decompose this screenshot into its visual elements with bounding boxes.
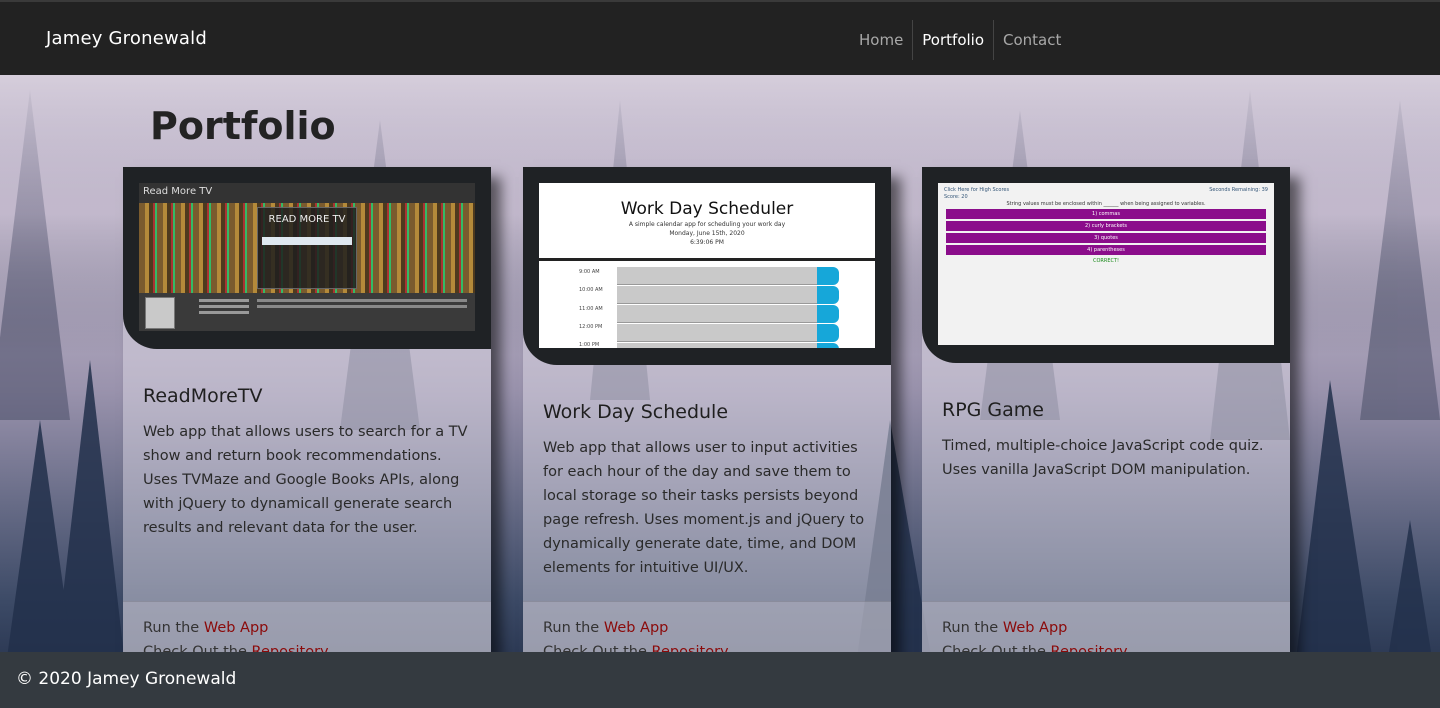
navbar: Jamey Gronewald Home Portfolio Contact: [0, 0, 1440, 75]
page-footer: © 2020 Jamey Gronewald: [0, 652, 1440, 708]
project-card-work-day-schedule: Work Day Scheduler A simple calendar app…: [523, 167, 891, 661]
screenshot-header: Work Day Scheduler: [620, 199, 794, 219]
web-app-link[interactable]: Web App: [1003, 620, 1068, 636]
copyright-text: © 2020 Jamey Gronewald: [16, 669, 237, 689]
card-description: Timed, multiple-choice JavaScript code q…: [942, 438, 1264, 478]
nav-link-contact[interactable]: Contact: [994, 20, 1070, 60]
web-app-link[interactable]: Web App: [204, 620, 269, 636]
nav-link-home[interactable]: Home: [850, 20, 914, 60]
card-title: ReadMoreTV: [143, 385, 263, 407]
nav-link-portfolio[interactable]: Portfolio: [913, 20, 995, 60]
card-description: Web app that allows user to input activi…: [543, 440, 865, 576]
card-title: RPG Game: [942, 399, 1044, 421]
card-image-frame: Click Here for High Scores Seconds Remai…: [922, 167, 1290, 363]
project-card-rpg-game: Click Here for High Scores Seconds Remai…: [922, 167, 1290, 661]
web-app-link[interactable]: Web App: [604, 620, 669, 636]
scheduler-screenshot[interactable]: Work Day Scheduler A simple calendar app…: [539, 183, 875, 348]
card-image-frame: Read More TV READ MORE TV: [123, 167, 491, 349]
card-image-frame: Work Day Scheduler A simple calendar app…: [523, 167, 891, 365]
project-card-readmoretv: Read More TV READ MORE TV ReadMoreTV Web…: [123, 167, 491, 661]
nav-links: Home Portfolio Contact: [850, 20, 1070, 60]
card-description: Web app that allows users to search for …: [143, 424, 468, 536]
readmoretv-screenshot[interactable]: Read More TV READ MORE TV: [139, 183, 475, 333]
card-title: Work Day Schedule: [543, 401, 729, 423]
rpg-screenshot[interactable]: Click Here for High Scores Seconds Remai…: [938, 183, 1274, 345]
screenshot-box-title: READ MORE TV: [268, 214, 346, 225]
brand-name[interactable]: Jamey Gronewald: [46, 28, 207, 49]
page-title: Portfolio: [150, 104, 336, 148]
screenshot-header: Read More TV: [143, 186, 213, 197]
